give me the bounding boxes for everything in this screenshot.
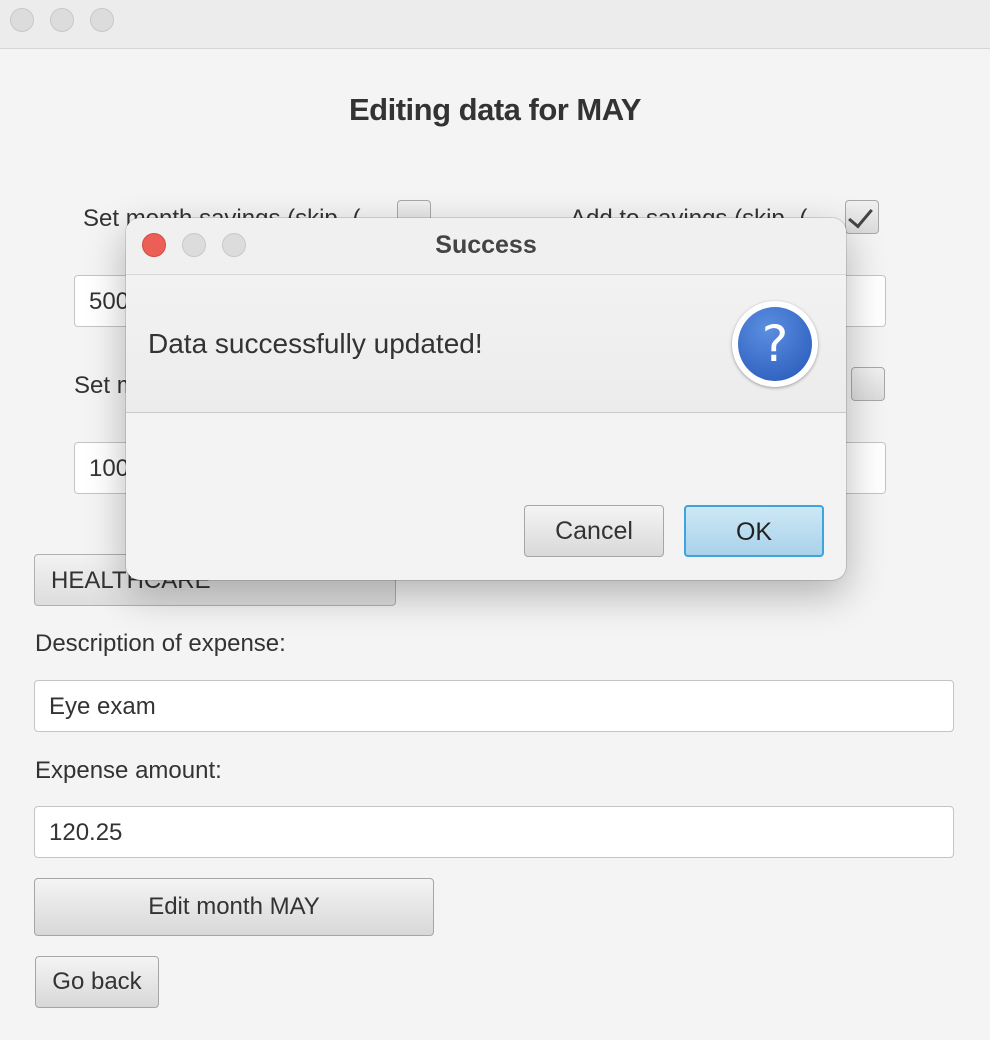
checkmark-icon	[848, 202, 873, 229]
go-back-button[interactable]: Go back	[35, 956, 159, 1008]
amount-label: Expense amount:	[35, 757, 222, 784]
close-icon[interactable]	[10, 8, 34, 32]
add-to-savings-checkbox[interactable]	[845, 200, 879, 234]
success-dialog: Success Data successfully updated! ? Can…	[126, 218, 846, 580]
question-icon: ?	[732, 301, 818, 387]
dialog-title: Success	[435, 231, 537, 259]
description-input[interactable]: Eye exam	[34, 680, 954, 732]
amount-input[interactable]: 120.25	[34, 806, 954, 858]
second-checkbox[interactable]	[851, 367, 885, 401]
description-label: Description of expense:	[35, 630, 286, 657]
maximize-icon[interactable]	[90, 8, 114, 32]
edit-month-button[interactable]: Edit month MAY	[34, 878, 434, 936]
ok-button[interactable]: OK	[684, 505, 824, 557]
question-mark: ?	[738, 307, 812, 381]
main-window: Editing data for MAY Set month savings (…	[0, 0, 990, 1040]
cancel-button[interactable]: Cancel	[524, 505, 664, 557]
dialog-message: Data successfully updated!	[148, 328, 483, 359]
page-title: Editing data for MAY	[349, 92, 641, 127]
minimize-icon[interactable]	[50, 8, 74, 32]
window-titlebar	[0, 0, 990, 49]
dialog-titlebar: Success	[126, 218, 846, 275]
